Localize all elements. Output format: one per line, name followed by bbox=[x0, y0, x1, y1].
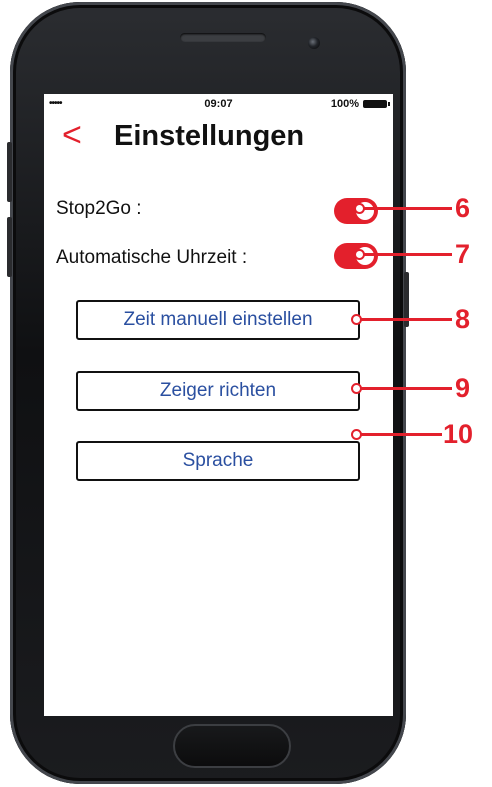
callout-number-10: 10 bbox=[443, 419, 474, 449]
battery-icon bbox=[363, 100, 390, 108]
align-hands-button[interactable]: Zeiger richten bbox=[76, 371, 360, 411]
manual-time-button[interactable]: Zeit manuell einstellen bbox=[76, 300, 360, 340]
callout-number-7: 7 bbox=[455, 239, 471, 269]
app-screen: ••••• 09:07 100% < Einstellungen Stop2Go… bbox=[44, 94, 393, 716]
phone-frame: ••••• 09:07 100% < Einstellungen Stop2Go… bbox=[7, 2, 409, 784]
volume-button-lower bbox=[7, 217, 12, 277]
battery-percentage: 100% bbox=[330, 98, 359, 110]
home-button bbox=[173, 724, 291, 768]
front-camera bbox=[308, 37, 320, 49]
auto-time-label: Automatische Uhrzeit : bbox=[56, 247, 248, 268]
volume-button bbox=[7, 142, 12, 202]
language-button[interactable]: Sprache bbox=[76, 441, 360, 481]
auto-time-toggle[interactable] bbox=[334, 243, 378, 269]
earpiece-speaker bbox=[180, 33, 266, 42]
back-button[interactable]: < bbox=[62, 118, 82, 152]
status-bar: ••••• 09:07 100% bbox=[44, 98, 393, 112]
stop2go-toggle[interactable] bbox=[334, 198, 378, 224]
power-button bbox=[404, 272, 409, 327]
toggle-knob bbox=[356, 202, 374, 220]
callout-number-8: 8 bbox=[455, 304, 471, 334]
callout-number-6: 6 bbox=[455, 193, 471, 223]
toggle-knob bbox=[356, 247, 374, 265]
page-title: Einstellungen bbox=[114, 120, 305, 152]
callout-number-9: 9 bbox=[455, 373, 471, 403]
stop2go-label: Stop2Go : bbox=[56, 198, 142, 219]
